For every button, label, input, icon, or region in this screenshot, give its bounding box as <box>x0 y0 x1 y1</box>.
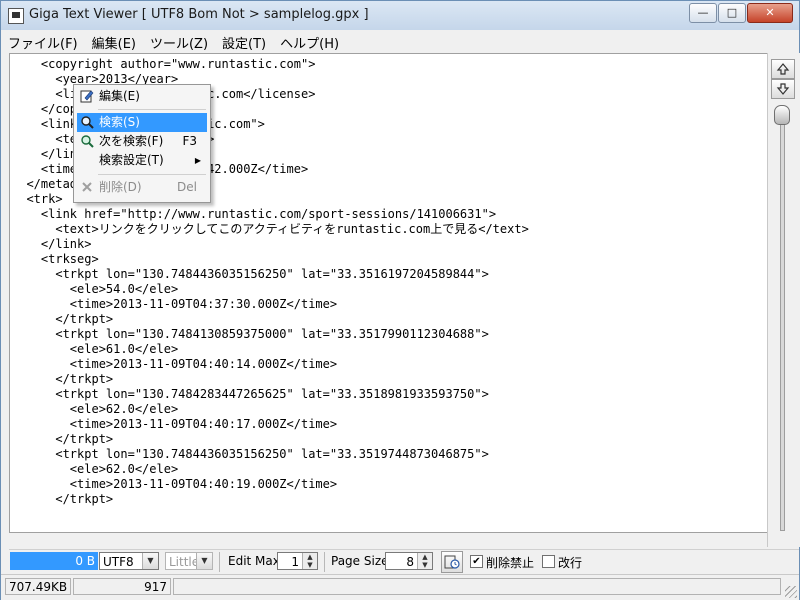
text-line: <time>2013-11-09T04:40:14.000Z</time> <box>12 357 338 371</box>
page-up-button[interactable] <box>771 59 795 79</box>
ctx-item-search[interactable]: 検索(S) <box>77 113 207 132</box>
text-line: <trkpt lon="130.7484283447265625" lat="3… <box>12 387 489 401</box>
maximize-button[interactable]: □ <box>718 3 746 23</box>
window-title: Giga Text Viewer [ UTF8 Bom Not > sample… <box>29 7 369 22</box>
delete-lock-checkbox[interactable]: ✔ <box>470 555 483 568</box>
page-down-button[interactable] <box>771 79 795 99</box>
title-bar[interactable]: Giga Text Viewer [ UTF8 Bom Not > sample… <box>1 1 799 30</box>
text-line: <trkpt lon="130.7484130859375000" lat="3… <box>12 327 489 341</box>
spinner-arrows-icon[interactable]: ▲ ▼ <box>302 553 317 569</box>
ctx-item-find-next[interactable]: 次を検索(F) F3 <box>77 132 207 151</box>
text-line: <trkseg> <box>12 252 99 266</box>
menu-separator <box>98 109 206 110</box>
delete-icon <box>82 182 92 192</box>
text-line: <time>2013-11-09T04:40:19.000Z</time> <box>12 477 338 491</box>
text-line: <trkpt lon="130.7484436035156250" lat="3… <box>12 447 489 461</box>
page-size-value: 8 <box>406 555 414 569</box>
context-menu: 編集(E) 検索(S) 次を検索(F) F3 検索設定(T) ▶ 削除(D) D… <box>73 84 211 203</box>
text-line: <link href="http://www.runtastic.com/spo… <box>12 207 497 221</box>
toolbar-separator <box>219 552 220 572</box>
clock-icon <box>444 555 460 569</box>
text-line: </link> <box>12 237 92 251</box>
edit-max-label: Edit Max <box>228 554 280 568</box>
encoding-value: UTF8 <box>103 555 134 569</box>
right-panel <box>767 53 800 547</box>
app-window: Giga Text Viewer [ UTF8 Bom Not > sample… <box>0 0 800 600</box>
chevron-down-icon: ▼ <box>196 553 212 569</box>
text-line: </trkpt> <box>12 432 114 446</box>
status-message-area <box>173 578 781 595</box>
ctx-item-label: 編集(E) <box>99 89 140 103</box>
text-line: <ele>54.0</ele> <box>12 282 179 296</box>
submenu-arrow-icon: ▶ <box>194 156 201 165</box>
line-count-status: 917 <box>73 578 171 595</box>
text-line: </trkpt> <box>12 312 114 326</box>
text-line: <ele>62.0</ele> <box>12 462 179 476</box>
ctx-item-label: 検索(S) <box>99 115 140 129</box>
window-controls: — □ ✕ <box>688 3 793 23</box>
menu-separator <box>98 174 206 175</box>
text-line: <trk> <box>12 192 63 206</box>
resize-grip-icon[interactable] <box>785 586 797 598</box>
text-line: <time>2013-11-09T04:40:17.000Z</time> <box>12 417 338 431</box>
text-line: <time>2013-11-09T04:37:30.000Z</time> <box>12 297 338 311</box>
ctx-item-shortcut: F3 <box>182 134 197 148</box>
menu-edit[interactable]: 編集(E) <box>85 31 143 52</box>
spinner-arrows-icon[interactable]: ▲ ▼ <box>417 553 432 569</box>
edit-max-value: 1 <box>291 555 299 569</box>
ctx-item-search-settings[interactable]: 検索設定(T) ▶ <box>77 151 207 170</box>
position-slider-thumb[interactable] <box>774 105 790 125</box>
edit-icon <box>80 90 94 103</box>
app-icon <box>8 8 24 24</box>
status-bar: 707.49KB 917 <box>1 574 799 600</box>
position-slider-track[interactable] <box>780 109 785 531</box>
menu-tools[interactable]: ツール(Z) <box>143 31 215 52</box>
toolbar-separator <box>324 552 325 572</box>
page-size-label: Page Size <box>331 554 389 568</box>
text-line: </trkpt> <box>12 492 114 506</box>
file-size-status: 707.49KB <box>5 578 71 595</box>
selection-size-readout: 0 B <box>10 552 98 570</box>
page-size-stepper[interactable]: 8 ▲ ▼ <box>385 552 433 570</box>
ctx-item-delete[interactable]: 削除(D) Del <box>77 178 207 197</box>
arrow-up-icon <box>776 63 790 75</box>
ctx-item-label: 削除(D) <box>99 180 142 194</box>
endian-select[interactable]: Little ▼ <box>165 552 213 570</box>
wrap-label: 改行 <box>558 556 583 570</box>
text-line: <ele>62.0</ele> <box>12 402 179 416</box>
minimize-button[interactable]: — <box>689 3 717 23</box>
bottom-toolbar: 0 B UTF8 ▼ Little ▼ Edit Max 1 ▲ ▼ Page S… <box>9 549 799 574</box>
menu-file[interactable]: ファイル(F) <box>1 31 85 52</box>
text-line: <trkpt lon="130.7484436035156250" lat="3… <box>12 267 489 281</box>
ctx-item-label: 検索設定(T) <box>99 153 164 167</box>
delete-lock-label: 削除禁止 <box>486 556 535 570</box>
wrap-checkbox[interactable] <box>542 555 555 568</box>
checkmark-icon: ✔ <box>472 556 481 567</box>
chevron-down-icon: ▼ <box>142 553 158 569</box>
ctx-item-shortcut: Del <box>177 180 197 194</box>
text-line: </trkpt> <box>12 372 114 386</box>
edit-max-stepper[interactable]: 1 ▲ ▼ <box>277 552 318 570</box>
text-line: <text>リンクをクリックしてこのアクティビティをruntastic.com上… <box>12 222 529 236</box>
menu-help[interactable]: ヘルプ(H) <box>273 31 346 52</box>
find-next-icon <box>81 135 94 148</box>
ctx-item-label: 次を検索(F) <box>99 134 164 148</box>
text-line: <ele>61.0</ele> <box>12 342 179 356</box>
text-line: <copyright author="www.runtastic.com"> <box>12 57 316 71</box>
close-button[interactable]: ✕ <box>747 3 793 23</box>
ctx-item-edit[interactable]: 編集(E) <box>77 87 207 106</box>
menu-bar: ファイル(F) 編集(E) ツール(Z) 設定(T) ヘルプ(H) <box>1 31 799 52</box>
arrow-down-icon <box>776 83 790 95</box>
search-icon <box>81 116 94 129</box>
menu-settings[interactable]: 設定(T) <box>215 31 273 52</box>
endian-value: Little <box>169 555 200 569</box>
timer-button[interactable] <box>441 551 463 573</box>
encoding-select[interactable]: UTF8 ▼ <box>99 552 159 570</box>
